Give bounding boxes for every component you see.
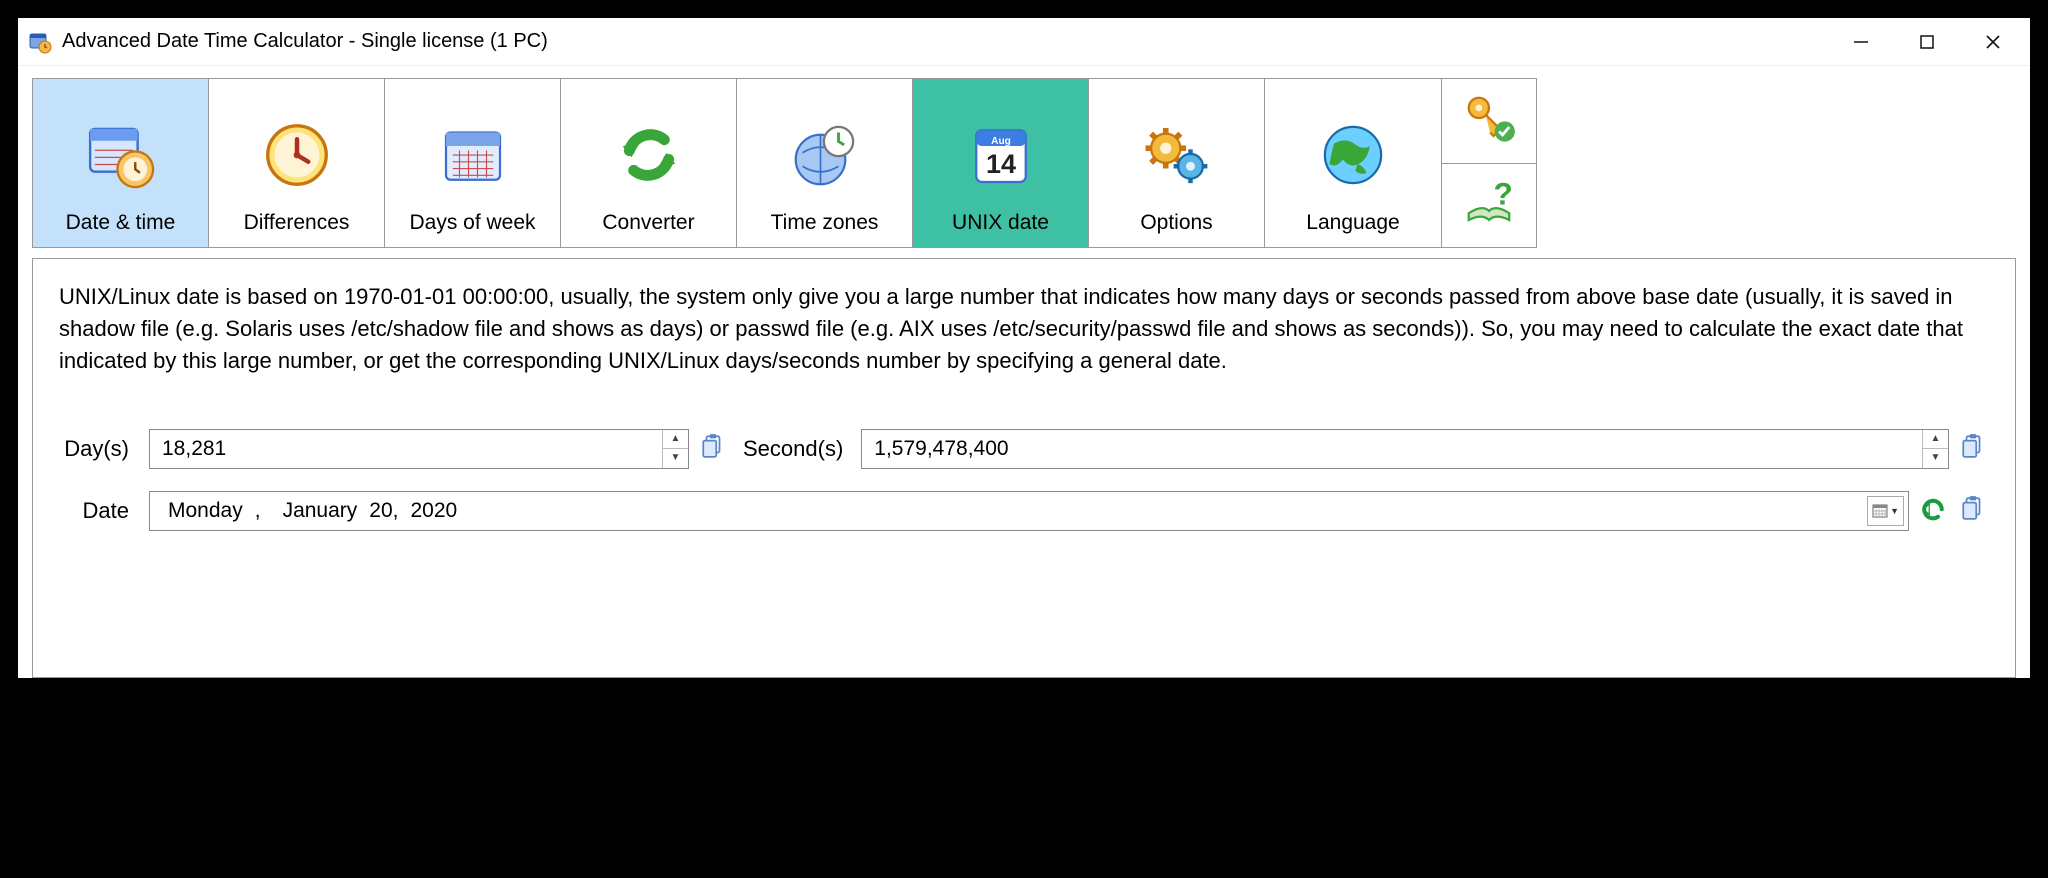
copy-icon	[700, 433, 726, 465]
globe-clock-icon	[785, 115, 865, 195]
tab-label: Time zones	[771, 211, 879, 235]
tab-label: Options	[1140, 211, 1212, 235]
date-month: January	[283, 499, 358, 523]
help-button[interactable]: ?	[1442, 164, 1536, 248]
copy-icon	[1960, 495, 1986, 527]
date-row: Date Monday , January 20, 2020	[59, 491, 1989, 531]
copy-seconds-button[interactable]	[1957, 433, 1989, 465]
date-dropdown-button[interactable]: ▼	[1867, 496, 1904, 526]
seconds-spinner[interactable]: ▲ ▼	[1922, 430, 1948, 468]
date-weekday: Monday	[168, 499, 243, 523]
date-year: 2020	[410, 499, 457, 523]
help-book-icon: ?	[1462, 175, 1516, 235]
calendar-icon	[433, 115, 513, 195]
app-icon	[28, 30, 52, 54]
tab-label: UNIX date	[952, 211, 1049, 235]
tab-unix-date[interactable]: Aug 14 UNIX date	[913, 79, 1089, 247]
days-input-wrap: ▲ ▼	[149, 429, 689, 469]
date-separator: ,	[255, 499, 261, 523]
tab-label: Days of week	[409, 211, 535, 235]
svg-text:Aug: Aug	[991, 136, 1011, 147]
clock-icon	[257, 115, 337, 195]
spinner-down-icon[interactable]: ▼	[663, 449, 688, 468]
globe-icon	[1313, 115, 1393, 195]
chevron-down-icon: ▼	[1890, 506, 1899, 516]
toolbar-side-column: ?	[1442, 78, 1537, 248]
main-toolbar: Date & time Differences	[32, 78, 1442, 248]
tab-time-zones[interactable]: Time zones	[737, 79, 913, 247]
seconds-input[interactable]	[862, 430, 1922, 468]
tab-label: Language	[1306, 211, 1399, 235]
description-text: UNIX/Linux date is based on 1970-01-01 0…	[59, 281, 1989, 377]
tab-label: Date & time	[66, 211, 176, 235]
seconds-label: Second(s)	[743, 436, 843, 462]
tab-options[interactable]: Options	[1089, 79, 1265, 247]
seconds-input-wrap: ▲ ▼	[861, 429, 1949, 469]
calendar-small-icon	[1872, 503, 1888, 519]
reset-date-button[interactable]	[1917, 495, 1949, 527]
toolbar-row: Date & time Differences	[32, 78, 2016, 248]
key-check-icon	[1462, 91, 1516, 151]
spinner-up-icon[interactable]: ▲	[663, 430, 688, 450]
days-spinner[interactable]: ▲ ▼	[662, 430, 688, 468]
days-input[interactable]	[150, 430, 662, 468]
tab-language[interactable]: Language	[1265, 79, 1441, 247]
tab-days-of-week[interactable]: Days of week	[385, 79, 561, 247]
svg-text:?: ?	[1494, 176, 1513, 212]
close-button[interactable]	[1960, 20, 2026, 64]
calendar-day-icon: Aug 14	[961, 115, 1041, 195]
minimize-button[interactable]	[1828, 20, 1894, 64]
window-title: Advanced Date Time Calculator - Single l…	[62, 30, 1828, 53]
tab-label: Differences	[244, 211, 350, 235]
app-window: Advanced Date Time Calculator - Single l…	[18, 18, 2030, 678]
undo-arrow-icon	[1918, 493, 1948, 529]
copy-icon	[1960, 433, 1986, 465]
calendar-clock-icon	[81, 115, 161, 195]
tab-converter[interactable]: Converter	[561, 79, 737, 247]
days-seconds-row: Day(s) ▲ ▼ Second(s)	[59, 429, 1989, 469]
content-panel: UNIX/Linux date is based on 1970-01-01 0…	[32, 258, 2016, 678]
copy-days-button[interactable]	[697, 433, 729, 465]
tab-differences[interactable]: Differences	[209, 79, 385, 247]
refresh-arrows-icon	[609, 115, 689, 195]
tab-label: Converter	[602, 211, 694, 235]
days-label: Day(s)	[59, 436, 149, 462]
date-label: Date	[59, 498, 149, 524]
gears-icon	[1137, 115, 1217, 195]
title-bar: Advanced Date Time Calculator - Single l…	[18, 18, 2030, 66]
date-day: 20,	[369, 499, 398, 523]
spinner-up-icon[interactable]: ▲	[1923, 430, 1948, 450]
svg-text:14: 14	[985, 149, 1015, 179]
date-picker[interactable]: Monday , January 20, 2020	[149, 491, 1909, 531]
maximize-button[interactable]	[1894, 20, 1960, 64]
copy-date-button[interactable]	[1957, 495, 1989, 527]
tab-date-time[interactable]: Date & time	[33, 79, 209, 247]
license-key-button[interactable]	[1442, 79, 1536, 164]
spinner-down-icon[interactable]: ▼	[1923, 449, 1948, 468]
